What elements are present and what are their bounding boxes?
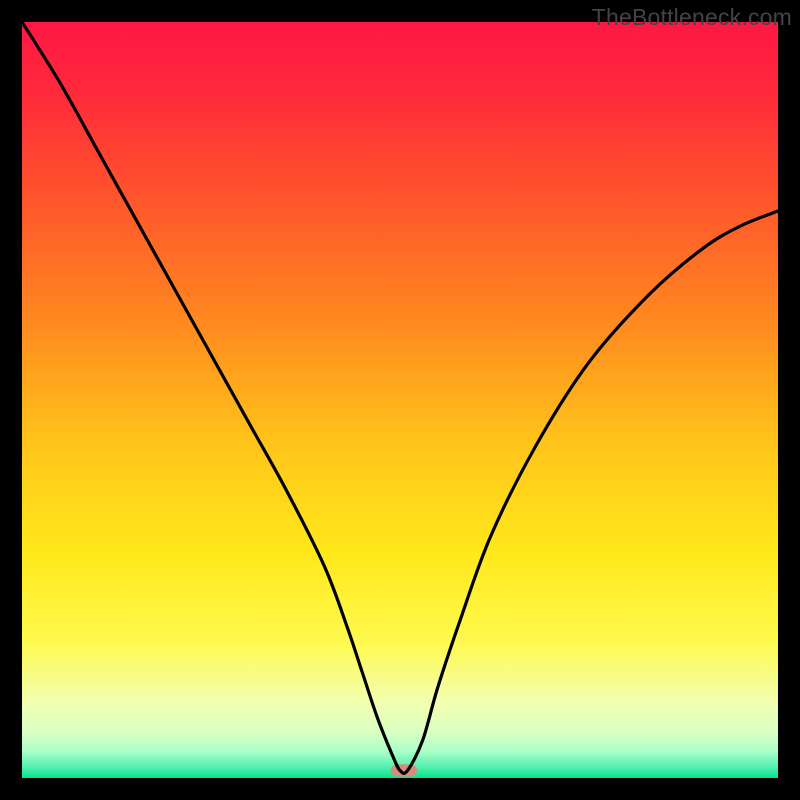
gradient-background bbox=[22, 22, 778, 778]
chart-svg bbox=[22, 22, 778, 778]
chart-frame: TheBottleneck.com bbox=[0, 0, 800, 800]
watermark-text: TheBottleneck.com bbox=[592, 4, 792, 31]
plot-area bbox=[22, 22, 778, 778]
